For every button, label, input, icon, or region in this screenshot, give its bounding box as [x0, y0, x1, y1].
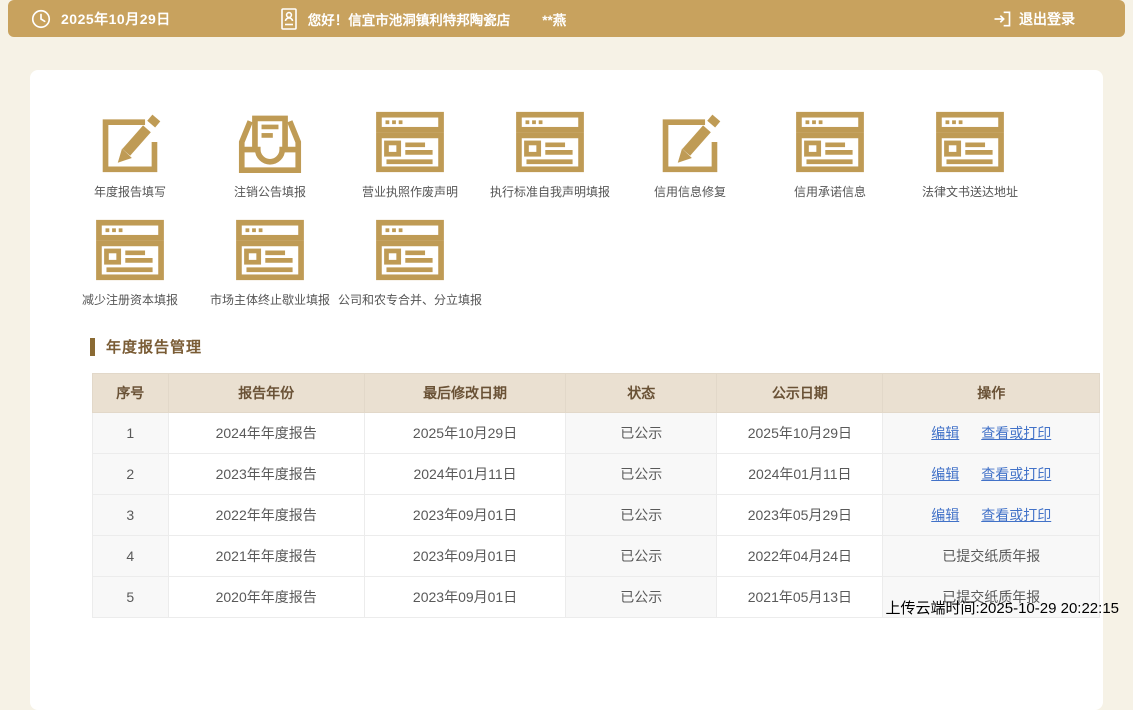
table-row: 32022年年度报告2023年09月01日已公示2023年05月29日 编辑 查看或…: [93, 495, 1100, 536]
row-index: 2: [93, 454, 169, 495]
app-shortcut[interactable]: 市场主体终止歇业填报: [200, 218, 340, 308]
edit-link[interactable]: 编辑: [931, 466, 959, 482]
column-header: 序号: [93, 374, 169, 413]
logout-button[interactable]: 退出登录: [992, 9, 1075, 29]
table-row: 42021年年度报告2023年09月01日已公示2022年04月24日 已提交纸质…: [93, 536, 1100, 577]
view-or-print-link[interactable]: 查看或打印: [981, 466, 1051, 482]
table-header-row: 序号报告年份最后修改日期状态公示日期操作: [93, 374, 1100, 413]
greeting-text: 您好！信宜市池洞镇利特邦陶瓷店: [308, 9, 511, 29]
report-year: 2020年年度报告: [168, 577, 364, 618]
column-header: 报告年份: [168, 374, 364, 413]
table-body: 12024年年度报告2025年10月29日已公示2025年10月29日编辑查看或…: [93, 413, 1100, 618]
status: 已公示: [566, 454, 717, 495]
report-year: 2023年年度报告: [168, 454, 364, 495]
publish-date: 2024年01月11日: [717, 454, 883, 495]
browser-icon: [371, 110, 449, 174]
publish-date: 2022年04月24日: [717, 536, 883, 577]
column-header: 状态: [566, 374, 717, 413]
top-bar: 2025年10月29日 您好！信宜市池洞镇利特邦陶瓷店 **燕 退出登录: [8, 0, 1125, 37]
app-shortcut-label: 公司和农专合并、分立填报: [338, 291, 482, 308]
report-year: 2021年年度报告: [168, 536, 364, 577]
column-header: 公示日期: [717, 374, 883, 413]
operations-cell: 已提交纸质年报: [883, 536, 1100, 577]
app-shortcut[interactable]: 公司和农专合并、分立填报: [340, 218, 480, 308]
last-modified-date: 2024年01月11日: [364, 454, 565, 495]
operations-cell: 编辑 查看或打印: [883, 413, 1100, 454]
row-index: 1: [93, 413, 169, 454]
edit-link[interactable]: 编辑: [931, 425, 959, 441]
app-shortcut[interactable]: 注销公告填报: [200, 110, 340, 200]
report-year: 2022年年度报告: [168, 495, 364, 536]
row-index: 3: [93, 495, 169, 536]
app-shortcut[interactable]: 减少注册资本填报: [60, 218, 200, 308]
user-masked-name: **燕: [542, 9, 566, 29]
edit-icon: [651, 110, 729, 174]
upload-time-overlay: 上传云端时间:2025-10-29 20:22:15: [886, 597, 1119, 618]
app-row-1: 年度报告填写 注销公告填报 营业执照作废声明 执行标准自我声明填报 信用信息修复: [30, 110, 1103, 200]
operations-cell: 编辑 查看或打印: [883, 495, 1100, 536]
inbox-icon: [231, 110, 309, 174]
column-header: 最后修改日期: [364, 374, 565, 413]
browser-icon: [931, 110, 1009, 174]
publish-date: 2025年10月29日: [717, 413, 883, 454]
app-shortcut-label: 减少注册资本填报: [82, 291, 178, 308]
browser-icon: [371, 218, 449, 282]
app-shortcut[interactable]: 年度报告填写: [60, 110, 200, 200]
publish-date: 2021年05月13日: [717, 577, 883, 618]
edit-link[interactable]: 编辑: [931, 507, 959, 523]
app-shortcut[interactable]: 营业执照作废声明: [340, 110, 480, 200]
table-row: 22023年年度报告2024年01月11日已公示2024年01月11日编辑查看或…: [93, 454, 1100, 495]
app-shortcut-label: 市场主体终止歇业填报: [210, 291, 330, 308]
edit-icon: [91, 110, 169, 174]
section-accent-bar: [90, 338, 95, 356]
app-shortcut-label: 法律文书送达地址: [922, 183, 1018, 200]
app-shortcut-label: 信用信息修复: [654, 183, 726, 200]
report-year: 2024年年度报告: [168, 413, 364, 454]
annual-report-table: 序号报告年份最后修改日期状态公示日期操作 12024年年度报告2025年10月2…: [92, 373, 1100, 618]
browser-icon: [791, 110, 869, 174]
app-row-2: 减少注册资本填报 市场主体终止歇业填报 公司和农专合并、分立填报: [30, 218, 1103, 308]
app-shortcut-label: 营业执照作废声明: [362, 183, 458, 200]
app-shortcut-label: 注销公告填报: [234, 183, 306, 200]
view-or-print-link[interactable]: 查看或打印: [981, 507, 1051, 523]
app-shortcut[interactable]: 执行标准自我声明填报: [480, 110, 620, 200]
status: 已公示: [566, 577, 717, 618]
section-title: 年度报告管理: [106, 336, 202, 357]
app-shortcut-label: 信用承诺信息: [794, 183, 866, 200]
browser-icon: [91, 218, 169, 282]
logout-icon: [992, 9, 1012, 29]
status: 已公示: [566, 413, 717, 454]
app-shortcut-grid: 年度报告填写 注销公告填报 营业执照作废声明 执行标准自我声明填报 信用信息修复: [30, 110, 1103, 308]
app-shortcut[interactable]: 法律文书送达地址: [900, 110, 1040, 200]
last-modified-date: 2023年09月01日: [364, 577, 565, 618]
last-modified-date: 2025年10月29日: [364, 413, 565, 454]
clock-icon: [30, 8, 52, 30]
section-header: 年度报告管理: [90, 336, 1103, 357]
current-date: 2025年10月29日: [61, 9, 171, 29]
operations-cell: 编辑 查看或打印: [883, 454, 1100, 495]
business-license-icon: [279, 7, 299, 31]
logout-label: 退出登录: [1019, 9, 1075, 29]
publish-date: 2023年05月29日: [717, 495, 883, 536]
status: 已公示: [566, 536, 717, 577]
paper-report-submitted-text: 已提交纸质年报: [942, 548, 1040, 564]
browser-icon: [511, 110, 589, 174]
row-index: 5: [93, 577, 169, 618]
row-index: 4: [93, 536, 169, 577]
table-row: 12024年年度报告2025年10月29日已公示2025年10月29日编辑查看或…: [93, 413, 1100, 454]
browser-icon: [231, 218, 309, 282]
app-shortcut[interactable]: 信用信息修复: [620, 110, 760, 200]
app-shortcut-label: 执行标准自我声明填报: [490, 183, 610, 200]
app-shortcut-label: 年度报告填写: [94, 183, 166, 200]
app-shortcut[interactable]: 信用承诺信息: [760, 110, 900, 200]
last-modified-date: 2023年09月01日: [364, 536, 565, 577]
column-header: 操作: [883, 374, 1100, 413]
last-modified-date: 2023年09月01日: [364, 495, 565, 536]
status: 已公示: [566, 495, 717, 536]
view-or-print-link[interactable]: 查看或打印: [981, 425, 1051, 441]
